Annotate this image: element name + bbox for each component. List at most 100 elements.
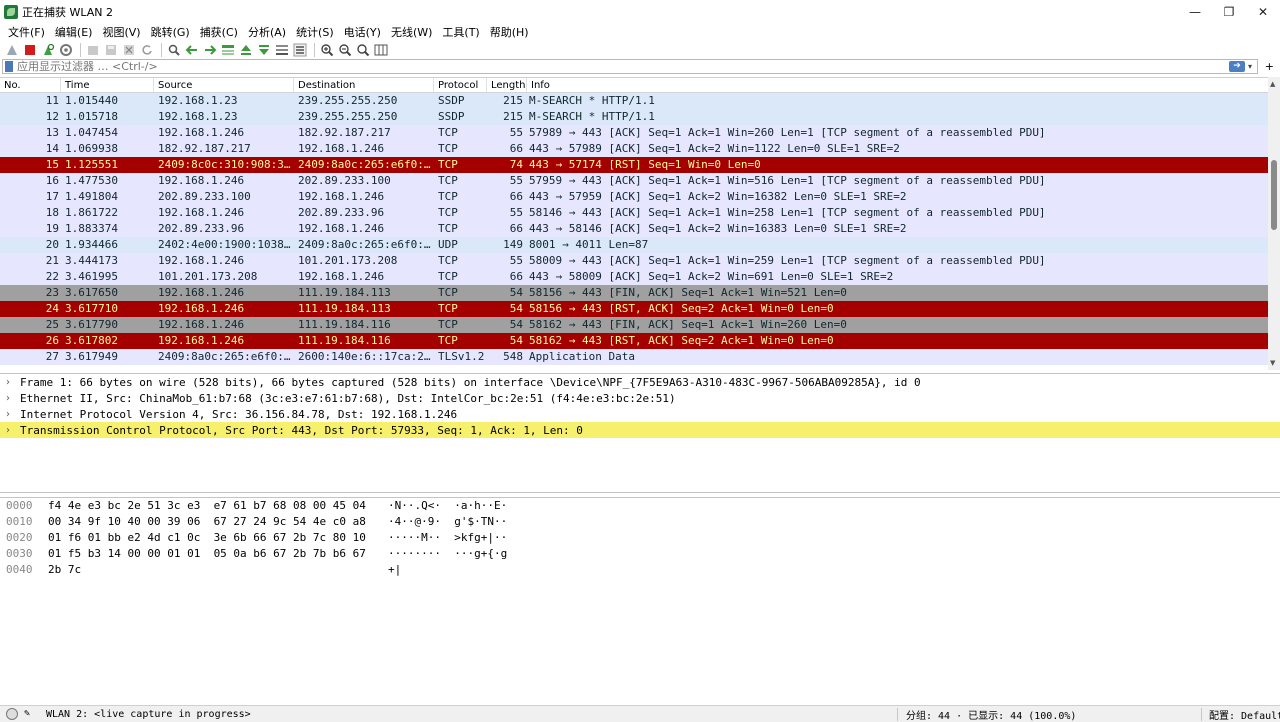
menu-analyze[interactable]: 分析(A) bbox=[243, 24, 291, 40]
cell-no: 24 bbox=[45, 302, 59, 315]
go-to-packet-icon[interactable] bbox=[220, 42, 236, 58]
close-button[interactable]: ✕ bbox=[1246, 0, 1280, 24]
packet-row[interactable]: 22 3.461995 101.201.173.208 192.168.1.246 TC… bbox=[0, 269, 1280, 285]
byte-ascii[interactable]: ·4··@·9· g'$·TN·· bbox=[388, 514, 588, 530]
menu-file[interactable]: 文件(F) bbox=[3, 24, 50, 40]
scroll-up-icon[interactable]: ▲ bbox=[1270, 80, 1275, 88]
packet-row[interactable]: 21 3.444173 192.168.1.246 101.201.173.208 TC… bbox=[0, 253, 1280, 269]
column-header-no[interactable]: No. bbox=[0, 78, 61, 92]
close-file-icon[interactable] bbox=[121, 42, 137, 58]
menu-wireless[interactable]: 无线(W) bbox=[386, 24, 437, 40]
packet-row[interactable]: 25 3.617790 192.168.1.246 111.19.184.116 TCP… bbox=[0, 317, 1280, 333]
expand-chevron-icon[interactable]: › bbox=[6, 393, 20, 404]
status-profile[interactable]: 配置: Default bbox=[1209, 707, 1280, 722]
byte-ascii[interactable]: ········ ···g+{·g bbox=[388, 546, 588, 562]
column-header-length[interactable]: Length bbox=[487, 78, 527, 92]
packet-row[interactable]: 15 1.125551 2409:8c0c:310:908:3… 2409:8a0c:… bbox=[0, 157, 1280, 173]
byte-ascii[interactable]: ·N··.Q<· ·a·h··E· bbox=[388, 498, 588, 514]
menu-help[interactable]: 帮助(H) bbox=[485, 24, 534, 40]
menu-view[interactable]: 视图(V) bbox=[97, 24, 145, 40]
byte-hex[interactable]: 00 34 9f 10 40 00 39 06 67 27 24 9c 54 4… bbox=[48, 514, 388, 530]
scrollbar-thumb[interactable] bbox=[1271, 160, 1277, 230]
column-header-time[interactable]: Time bbox=[61, 78, 154, 92]
packet-row[interactable]: 12 1.015718 192.168.1.23 239.255.255.250 SSD… bbox=[0, 109, 1280, 125]
open-file-icon[interactable] bbox=[85, 42, 101, 58]
colorize-icon[interactable] bbox=[292, 42, 308, 58]
cell-source: 2402:4e00:1900:1038… bbox=[158, 238, 291, 251]
column-header-destination[interactable]: Destination bbox=[294, 78, 434, 92]
packet-row[interactable]: 26 3.617802 192.168.1.246 111.19.184.116 TCP… bbox=[0, 333, 1280, 349]
expand-chevron-icon[interactable]: › bbox=[6, 409, 20, 420]
find-packet-icon[interactable] bbox=[166, 42, 182, 58]
capture-comment-icon[interactable]: ✎ bbox=[24, 708, 36, 720]
detail-tcp[interactable]: › Transmission Control Protocol, Src Port… bbox=[0, 422, 1280, 438]
auto-scroll-icon[interactable] bbox=[274, 42, 290, 58]
add-filter-button[interactable]: + bbox=[1265, 59, 1274, 74]
cell-no: 20 bbox=[45, 238, 59, 251]
resize-columns-icon[interactable] bbox=[373, 42, 389, 58]
packet-row[interactable]: 23 3.617650 192.168.1.246 111.19.184.113 TCP… bbox=[0, 285, 1280, 301]
expand-chevron-icon[interactable]: › bbox=[6, 425, 20, 436]
menu-edit[interactable]: 编辑(E) bbox=[50, 24, 98, 40]
menu-statistics[interactable]: 统计(S) bbox=[291, 24, 339, 40]
go-last-icon[interactable] bbox=[256, 42, 272, 58]
cell-time: 1.125551 bbox=[65, 158, 118, 171]
cell-destination: 202.89.233.96 bbox=[298, 206, 385, 219]
byte-row: 0010 00 34 9f 10 40 00 39 06 67 27 24 9c … bbox=[0, 514, 1280, 530]
go-forward-icon[interactable] bbox=[202, 42, 218, 58]
expert-info-icon[interactable] bbox=[6, 708, 18, 720]
maximize-button[interactable]: ❐ bbox=[1212, 0, 1246, 24]
expand-chevron-icon[interactable]: › bbox=[6, 377, 20, 388]
column-header-info[interactable]: Info bbox=[527, 78, 1280, 92]
column-header-source[interactable]: Source bbox=[154, 78, 294, 92]
byte-ascii[interactable]: ·····M·· >kfg+|·· bbox=[388, 530, 588, 546]
packet-row[interactable]: 24 3.617710 192.168.1.246 111.19.184.113 TCP… bbox=[0, 301, 1280, 317]
cell-length: 66 bbox=[509, 190, 523, 203]
detail-frame[interactable]: › Frame 1: 66 bytes on wire (528 bits), 6… bbox=[0, 374, 1280, 390]
cell-source: 202.89.233.100 bbox=[158, 190, 251, 203]
go-first-icon[interactable] bbox=[238, 42, 254, 58]
detail-ip[interactable]: › Internet Protocol Version 4, Src: 36.15… bbox=[0, 406, 1280, 422]
stop-capture-icon[interactable] bbox=[22, 42, 38, 58]
cell-no: 13 bbox=[45, 126, 59, 139]
minimize-button[interactable]: — bbox=[1178, 0, 1212, 24]
menu-go[interactable]: 跳转(G) bbox=[146, 24, 195, 40]
filter-history-dropdown-icon[interactable]: ▾ bbox=[1245, 60, 1255, 73]
zoom-in-icon[interactable] bbox=[319, 42, 335, 58]
apply-filter-arrow-icon[interactable]: ➔ bbox=[1229, 61, 1245, 72]
reload-icon[interactable] bbox=[139, 42, 155, 58]
menu-capture[interactable]: 捕获(C) bbox=[195, 24, 243, 40]
byte-ascii[interactable]: +| bbox=[388, 562, 588, 578]
packet-row[interactable]: 13 1.047454 192.168.1.246 182.92.187.217 TCP… bbox=[0, 125, 1280, 141]
capture-options-icon[interactable] bbox=[58, 42, 74, 58]
zoom-normal-icon[interactable] bbox=[355, 42, 371, 58]
packet-row[interactable]: 11 1.015440 192.168.1.23 239.255.255.250 SSD… bbox=[0, 93, 1280, 109]
cell-protocol: SSDP bbox=[438, 94, 465, 107]
display-filter-input[interactable] bbox=[17, 60, 1197, 73]
packet-row[interactable]: 14 1.069938 182.92.187.217 192.168.1.246 TCP… bbox=[0, 141, 1280, 157]
menu-tools[interactable]: 工具(T) bbox=[437, 24, 484, 40]
cell-protocol: TCP bbox=[438, 302, 458, 315]
restart-capture-icon[interactable] bbox=[40, 42, 56, 58]
save-file-icon[interactable] bbox=[103, 42, 119, 58]
byte-hex[interactable]: 2b 7c bbox=[48, 562, 388, 578]
column-header-protocol[interactable]: Protocol bbox=[434, 78, 487, 92]
packet-list-scrollbar[interactable]: ▲ ▼ bbox=[1268, 77, 1280, 370]
packet-row[interactable]: 17 1.491804 202.89.233.100 192.168.1.246 TCP… bbox=[0, 189, 1280, 205]
packet-row[interactable]: 19 1.883374 202.89.233.96 192.168.1.246 TCP 6… bbox=[0, 221, 1280, 237]
packet-row[interactable]: 20 1.934466 2402:4e00:1900:1038… 2409:8a0c:… bbox=[0, 237, 1280, 253]
packet-row[interactable]: 27 3.617949 2409:8a0c:265:e6f0:… 2600:140e:… bbox=[0, 349, 1280, 365]
byte-hex[interactable]: f4 4e e3 bc 2e 51 3c e3 e7 61 b7 68 08 0… bbox=[48, 498, 388, 514]
cell-protocol: TCP bbox=[438, 174, 458, 187]
go-back-icon[interactable] bbox=[184, 42, 200, 58]
filter-bookmark-icon[interactable] bbox=[5, 61, 13, 72]
packet-row[interactable]: 16 1.477530 192.168.1.246 202.89.233.100 TCP… bbox=[0, 173, 1280, 189]
zoom-out-icon[interactable] bbox=[337, 42, 353, 58]
detail-ethernet[interactable]: › Ethernet II, Src: ChinaMob_61:b7:68 (3c… bbox=[0, 390, 1280, 406]
scroll-down-icon[interactable]: ▼ bbox=[1270, 359, 1275, 367]
shark-fin-start-icon[interactable] bbox=[4, 42, 20, 58]
packet-row[interactable]: 18 1.861722 192.168.1.246 202.89.233.96 TCP 5… bbox=[0, 205, 1280, 221]
menu-telephony[interactable]: 电话(Y) bbox=[339, 24, 386, 40]
byte-hex[interactable]: 01 f6 01 bb e2 4d c1 0c 3e 6b 66 67 2b 7… bbox=[48, 530, 388, 546]
byte-hex[interactable]: 01 f5 b3 14 00 00 01 01 05 0a b6 67 2b 7… bbox=[48, 546, 388, 562]
